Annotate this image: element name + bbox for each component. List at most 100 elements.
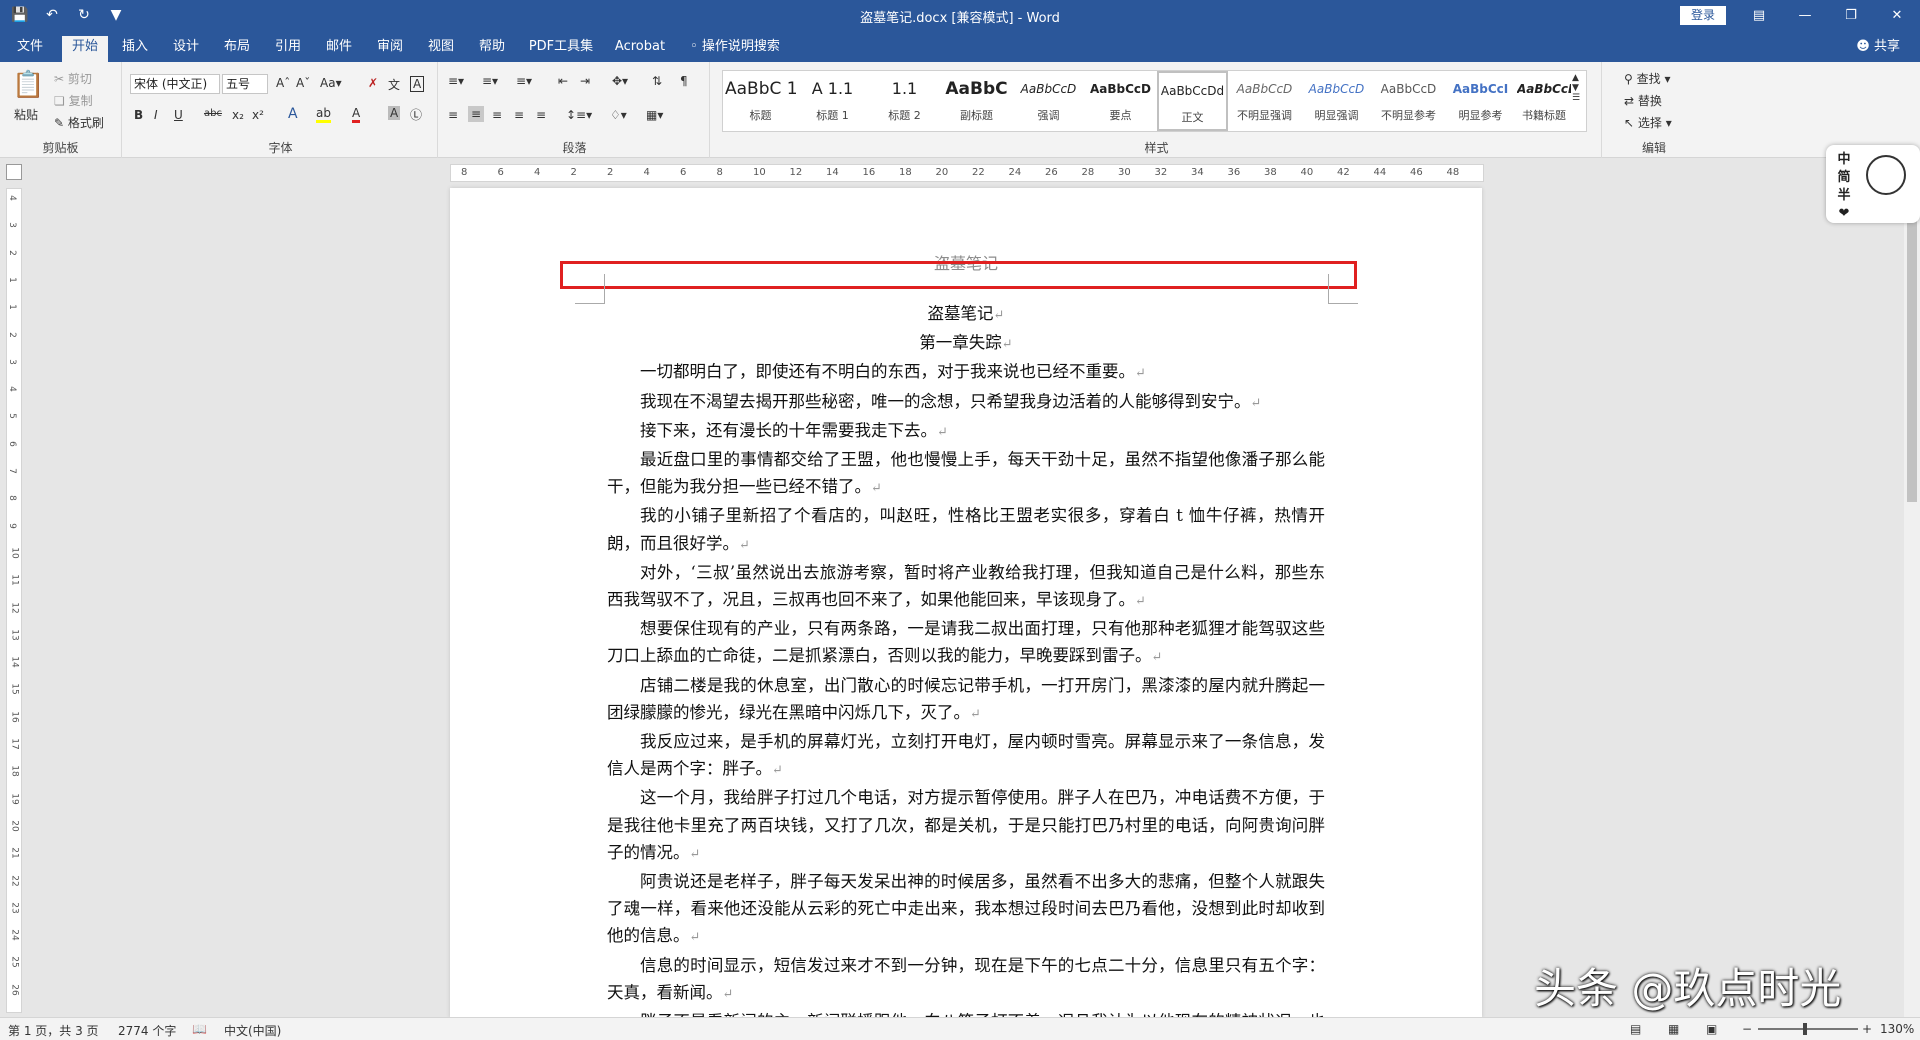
style-title[interactable]: AaBbC 1 标题 bbox=[725, 71, 796, 131]
find-button[interactable]: ⚲ 查找 ▾ bbox=[1624, 70, 1670, 87]
style-normal[interactable]: AaBbCcDd 正文 bbox=[1157, 71, 1228, 131]
tab-view[interactable]: 视图 bbox=[421, 36, 461, 62]
style-subtitle[interactable]: AaBbC 副标题 bbox=[941, 71, 1012, 131]
align-center-icon[interactable]: ≡ bbox=[468, 106, 485, 122]
share-button[interactable]: ☻ 共享 bbox=[1856, 36, 1900, 58]
text-effects-icon[interactable]: A bbox=[288, 106, 298, 122]
minimize-icon[interactable]: — bbox=[1782, 0, 1828, 30]
italic-icon[interactable]: I bbox=[154, 108, 158, 122]
font-group-label: 字体 bbox=[268, 141, 293, 155]
shrink-font-icon[interactable]: Aˇ bbox=[296, 76, 310, 90]
bullets-icon[interactable]: ≡▾ bbox=[448, 74, 464, 88]
replace-button[interactable]: ⇄ 替换 bbox=[1624, 92, 1662, 109]
highlight-icon[interactable]: ab bbox=[316, 106, 331, 123]
distributed-icon[interactable]: ≡ bbox=[536, 108, 546, 122]
ime-widget[interactable]: 中 简 半 ❤ bbox=[1826, 145, 1920, 223]
tab-file[interactable]: 文件 bbox=[10, 36, 50, 62]
close-icon[interactable]: ✕ bbox=[1874, 0, 1920, 30]
shading-icon[interactable]: ♢▾ bbox=[610, 108, 627, 122]
paragraph: 接下来，还有漫长的十年需要我走下去。↵ bbox=[607, 417, 1325, 446]
chinese-layout-icon[interactable]: ✥▾ bbox=[612, 74, 628, 88]
paste-icon[interactable]: 📋 bbox=[12, 70, 44, 100]
subscript-icon[interactable]: x₂ bbox=[232, 108, 244, 122]
print-layout-icon[interactable]: ▦ bbox=[1668, 1022, 1679, 1036]
underline-icon[interactable]: U bbox=[174, 108, 183, 122]
tab-review[interactable]: 审阅 bbox=[370, 36, 410, 62]
read-mode-icon[interactable]: ▤ bbox=[1630, 1022, 1641, 1036]
web-layout-icon[interactable]: ▣ bbox=[1706, 1022, 1717, 1036]
style-heading-2[interactable]: 1.1 标题 2 bbox=[869, 71, 940, 131]
align-left-icon[interactable]: ≡ bbox=[448, 108, 458, 122]
superscript-icon[interactable]: x² bbox=[252, 108, 264, 122]
style-subtle-reference[interactable]: AaBbCcD 不明显参考 bbox=[1373, 71, 1444, 131]
show-marks-icon[interactable]: ¶ bbox=[680, 74, 688, 88]
tell-me-search[interactable]: ◦ 操作说明搜索 bbox=[690, 36, 780, 58]
tab-insert[interactable]: 插入 bbox=[115, 36, 155, 62]
style-strong[interactable]: AaBbCcD 要点 bbox=[1085, 71, 1156, 131]
tab-layout[interactable]: 布局 bbox=[217, 36, 257, 62]
increase-indent-icon[interactable]: ⇥ bbox=[580, 74, 590, 88]
enclose-characters-icon[interactable]: Ⓛ bbox=[410, 106, 422, 123]
tab-pdf-tools[interactable]: PDF工具集 bbox=[526, 36, 596, 62]
zoom-in-icon[interactable]: + bbox=[1862, 1022, 1872, 1036]
cut-button[interactable]: ✂ 剪切 bbox=[54, 70, 92, 87]
copy-button[interactable]: ❏ 复制 bbox=[54, 92, 93, 109]
zoom-out-icon[interactable]: − bbox=[1742, 1022, 1752, 1036]
ime-status[interactable]: 中 简 半 ❤ bbox=[1834, 151, 1854, 223]
tab-mailings[interactable]: 邮件 bbox=[319, 36, 359, 62]
tab-design[interactable]: 设计 bbox=[166, 36, 206, 62]
change-case-icon[interactable]: Aa▾ bbox=[320, 76, 342, 90]
font-size-dropdown[interactable]: 五号 bbox=[222, 74, 268, 94]
select-button[interactable]: ↖ 选择 ▾ bbox=[1624, 114, 1672, 131]
zoom-slider[interactable] bbox=[1758, 1023, 1858, 1035]
font-name-dropdown[interactable]: 宋体 (中文正) bbox=[130, 74, 220, 94]
format-painter-label: 格式刷 bbox=[67, 116, 104, 130]
phonetic-guide-icon[interactable]: 文 bbox=[388, 76, 400, 93]
align-right-icon[interactable]: ≡ bbox=[492, 108, 502, 122]
restore-icon[interactable]: ❐ bbox=[1828, 0, 1874, 30]
document-body[interactable]: 盗墓笔记↵ 第一章失踪↵ 一切都明白了，即使还有不明白的东西，对于我来说也已经不… bbox=[607, 300, 1325, 1018]
style-heading-1[interactable]: A 1.1 标题 1 bbox=[797, 71, 868, 131]
horizontal-ruler[interactable]: 8 6 4 2 2 4 6 8 10 12 14 16 18 20 22 24 26 28 30 32 34 36 38 40… bbox=[450, 164, 1484, 182]
tab-acrobat[interactable]: Acrobat bbox=[610, 36, 670, 62]
line-spacing-icon[interactable]: ↕≡▾ bbox=[566, 108, 592, 122]
character-shading-icon[interactable]: A bbox=[388, 106, 401, 120]
login-button[interactable]: 登录 bbox=[1680, 6, 1726, 25]
style-book-title[interactable]: AaBbCcD 书籍标题 bbox=[1517, 71, 1571, 131]
zoom-slider-knob[interactable] bbox=[1803, 1023, 1807, 1035]
borders-icon[interactable]: ▦▾ bbox=[646, 108, 663, 122]
numbering-icon[interactable]: ≡▾ bbox=[482, 74, 498, 88]
zoom-level[interactable]: 130% bbox=[1880, 1022, 1914, 1036]
ribbon-display-options-icon[interactable]: ▤ bbox=[1736, 0, 1782, 30]
tab-help[interactable]: 帮助 bbox=[472, 36, 512, 62]
document-page[interactable]: 盗墓笔记 盗墓笔记↵ 第一章失踪↵ 一切都明白了，即使还有不明白的东西，对于我来… bbox=[450, 188, 1482, 1018]
clear-formatting-icon[interactable]: ✗ bbox=[368, 76, 378, 90]
style-emphasis[interactable]: AaBbCcD 强调 bbox=[1013, 71, 1084, 131]
style-intense-emphasis[interactable]: AaBbCcD 明显强调 bbox=[1301, 71, 1372, 131]
sort-icon[interactable]: ⇅ bbox=[652, 74, 662, 88]
header-highlight-box bbox=[560, 261, 1357, 289]
vertical-scrollbar[interactable] bbox=[1904, 164, 1920, 1017]
bold-icon[interactable]: B bbox=[134, 108, 143, 122]
tab-references[interactable]: 引用 bbox=[268, 36, 308, 62]
vertical-ruler[interactable]: 4 3 2 1 1 2 3 4 5 6 7 8 9 10 11 12 13 14 15 16 17 18 19 20 21 22 2… bbox=[6, 188, 22, 1013]
page-count[interactable]: 第 1 页，共 3 页 bbox=[8, 1022, 99, 1039]
justify-icon[interactable]: ≡ bbox=[514, 108, 524, 122]
style-subtle-emphasis[interactable]: AaBbCcD 不明显强调 bbox=[1229, 71, 1300, 131]
font-color-icon[interactable]: A bbox=[352, 106, 361, 123]
format-painter-button[interactable]: ✎ 格式刷 bbox=[54, 114, 104, 131]
multilevel-list-icon[interactable]: ≡▾ bbox=[516, 74, 532, 88]
strikethrough-icon[interactable]: abc bbox=[204, 108, 222, 119]
paste-label[interactable]: 粘贴 bbox=[14, 106, 38, 123]
word-count[interactable]: 2774 个字 bbox=[118, 1022, 176, 1039]
scrollbar-thumb[interactable] bbox=[1907, 182, 1917, 502]
character-border-icon[interactable]: A bbox=[410, 76, 425, 92]
tab-home[interactable]: 开始 bbox=[62, 36, 108, 62]
tab-selector[interactable] bbox=[6, 164, 22, 180]
style-intense-reference[interactable]: AaBbCcI 明显参考 bbox=[1445, 71, 1516, 131]
decrease-indent-icon[interactable]: ⇤ bbox=[558, 74, 568, 88]
grow-font-icon[interactable]: Aˆ bbox=[276, 76, 290, 90]
gallery-scroll-icon[interactable]: ▲ ▼ ☰ bbox=[1572, 73, 1580, 103]
language-indicator[interactable]: 中文(中国) bbox=[224, 1022, 281, 1039]
proofing-icon[interactable]: 📖 bbox=[192, 1022, 207, 1036]
